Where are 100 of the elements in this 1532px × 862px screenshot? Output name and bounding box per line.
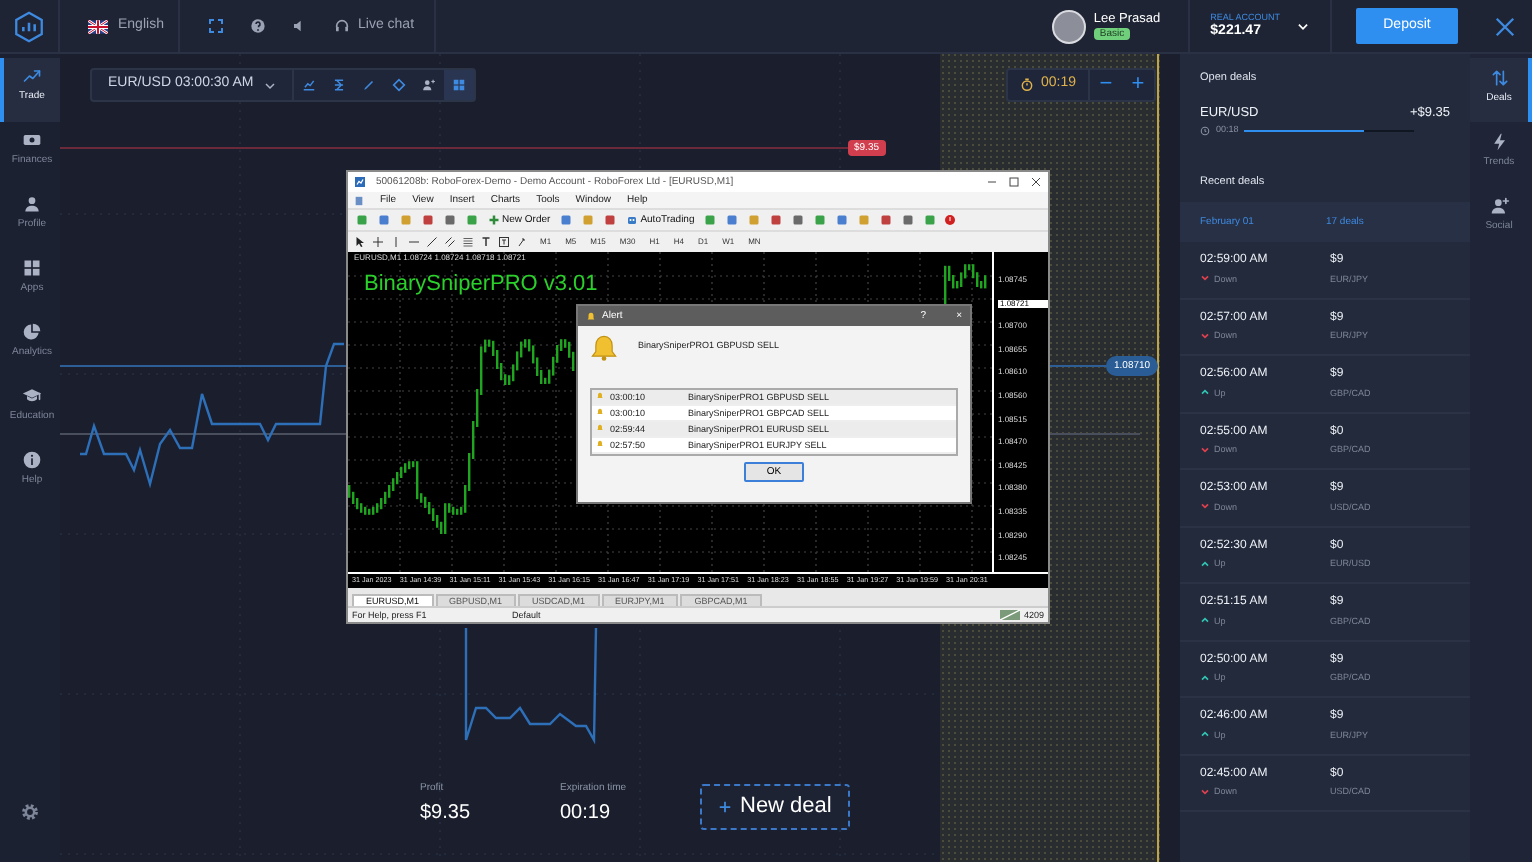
square-icon [704, 214, 717, 226]
square-icon [836, 214, 849, 226]
square-icon [582, 214, 595, 226]
pencil-icon [361, 78, 376, 92]
square-icon [378, 214, 390, 226]
layout-tool[interactable] [443, 70, 474, 100]
headset-icon[interactable] [334, 17, 350, 34]
toolbar-button[interactable] [878, 214, 895, 226]
profit-value: $9.35 [420, 802, 473, 826]
chevron-up-icon [1200, 616, 1210, 625]
cursor-icon[interactable] [354, 236, 366, 248]
flag-icon[interactable] [88, 19, 108, 33]
toolbar-button[interactable] [442, 214, 458, 226]
indicator-title: BinarySniperPRO v3.01 [364, 272, 598, 299]
text-tool-icon[interactable] [480, 236, 492, 248]
logo-icon[interactable] [12, 9, 46, 43]
layout-icon [451, 78, 466, 92]
square-icon [444, 214, 456, 226]
toolbar-button[interactable] [834, 214, 851, 226]
chevron-down-icon [263, 79, 276, 91]
alert-icon[interactable] [944, 214, 957, 226]
chevron-down-icon [1200, 787, 1210, 796]
bell-icon [590, 334, 618, 362]
chevron-up-icon [1200, 559, 1210, 568]
trendline-icon[interactable] [426, 236, 438, 248]
bell-icon [586, 311, 596, 321]
square-icon [726, 214, 739, 226]
clock-icon [1200, 125, 1210, 136]
square-icon [902, 214, 915, 226]
expiration-value: 00:19 [560, 802, 613, 826]
toolbar-button[interactable] [922, 214, 939, 226]
square-icon [924, 214, 937, 226]
robot-icon [626, 214, 639, 226]
person-icon [22, 194, 42, 214]
price-line-drawing [464, 627, 598, 745]
up-down-arrows-icon [1489, 68, 1509, 88]
arrows-icon[interactable] [516, 236, 530, 248]
document-icon [354, 195, 364, 205]
pie-chart-icon [22, 322, 42, 342]
toolbar-button[interactable] [354, 214, 370, 226]
square-icon [770, 214, 783, 226]
person-plus-icon [421, 78, 436, 92]
diamond-icon [391, 78, 406, 92]
toolbar-button[interactable] [790, 214, 807, 226]
toolbar-button[interactable] [420, 214, 436, 226]
grid-icon [22, 258, 42, 278]
square-icon [466, 214, 478, 226]
person-plus-icon [1489, 196, 1509, 216]
horizontal-line-icon[interactable] [408, 236, 420, 248]
square-icon [748, 214, 761, 226]
avatar[interactable] [1051, 9, 1086, 43]
stopwatch-icon [1020, 78, 1035, 92]
chevron-up-icon [1200, 673, 1210, 682]
toolbar-button[interactable] [464, 214, 480, 226]
square-icon [400, 214, 412, 226]
square-icon [356, 214, 368, 226]
toolbar-button[interactable] [702, 214, 719, 226]
fibonacci-icon[interactable] [462, 236, 474, 248]
square-icon [422, 214, 434, 226]
graduation-cap-icon [22, 386, 42, 406]
toolbar-button[interactable] [812, 214, 829, 226]
connection-icon [999, 610, 1020, 620]
square-icon [604, 214, 617, 226]
maximize-icon[interactable] [1008, 176, 1020, 188]
minimize-icon[interactable] [986, 176, 998, 188]
trend-up-icon [22, 66, 42, 86]
square-icon [792, 214, 805, 226]
toolbar-button[interactable] [602, 214, 619, 226]
info-icon [22, 450, 42, 470]
vertical-line-icon[interactable] [390, 236, 402, 248]
fullscreen-icon[interactable] [208, 18, 224, 34]
wallet-icon [22, 130, 42, 150]
crosshair-icon[interactable] [372, 236, 384, 248]
chevron-down-icon [1200, 331, 1210, 340]
help-icon[interactable] [250, 18, 266, 34]
toolbar-button[interactable] [724, 214, 741, 226]
plus-icon [718, 799, 732, 814]
chart-type-icon [301, 78, 316, 92]
zoom-out-button[interactable]: − [1090, 70, 1122, 100]
chevron-down-icon [1200, 445, 1210, 454]
label-tool-icon[interactable] [498, 236, 510, 248]
settings-icon[interactable] [20, 802, 40, 822]
close-icon[interactable] [1030, 176, 1042, 188]
square-icon [560, 214, 573, 226]
toolbar-button[interactable] [558, 214, 575, 226]
indicator-icon [331, 78, 346, 92]
square-icon [814, 214, 827, 226]
close-icon[interactable] [1494, 15, 1516, 37]
square-icon [858, 214, 871, 226]
chevron-down-icon[interactable] [1296, 19, 1310, 33]
new-deal-button[interactable]: New deal [700, 783, 850, 830]
lightning-icon [1489, 132, 1509, 152]
plus-icon [488, 214, 500, 226]
channel-icon[interactable] [444, 236, 456, 248]
toolbar-button[interactable] [900, 214, 917, 226]
toolbar-button[interactable] [768, 214, 785, 226]
chevron-up-icon [1200, 388, 1210, 397]
zoom-in-button[interactable]: + [1122, 70, 1154, 100]
square-icon [880, 214, 893, 226]
toolbar-button[interactable] [376, 214, 392, 226]
